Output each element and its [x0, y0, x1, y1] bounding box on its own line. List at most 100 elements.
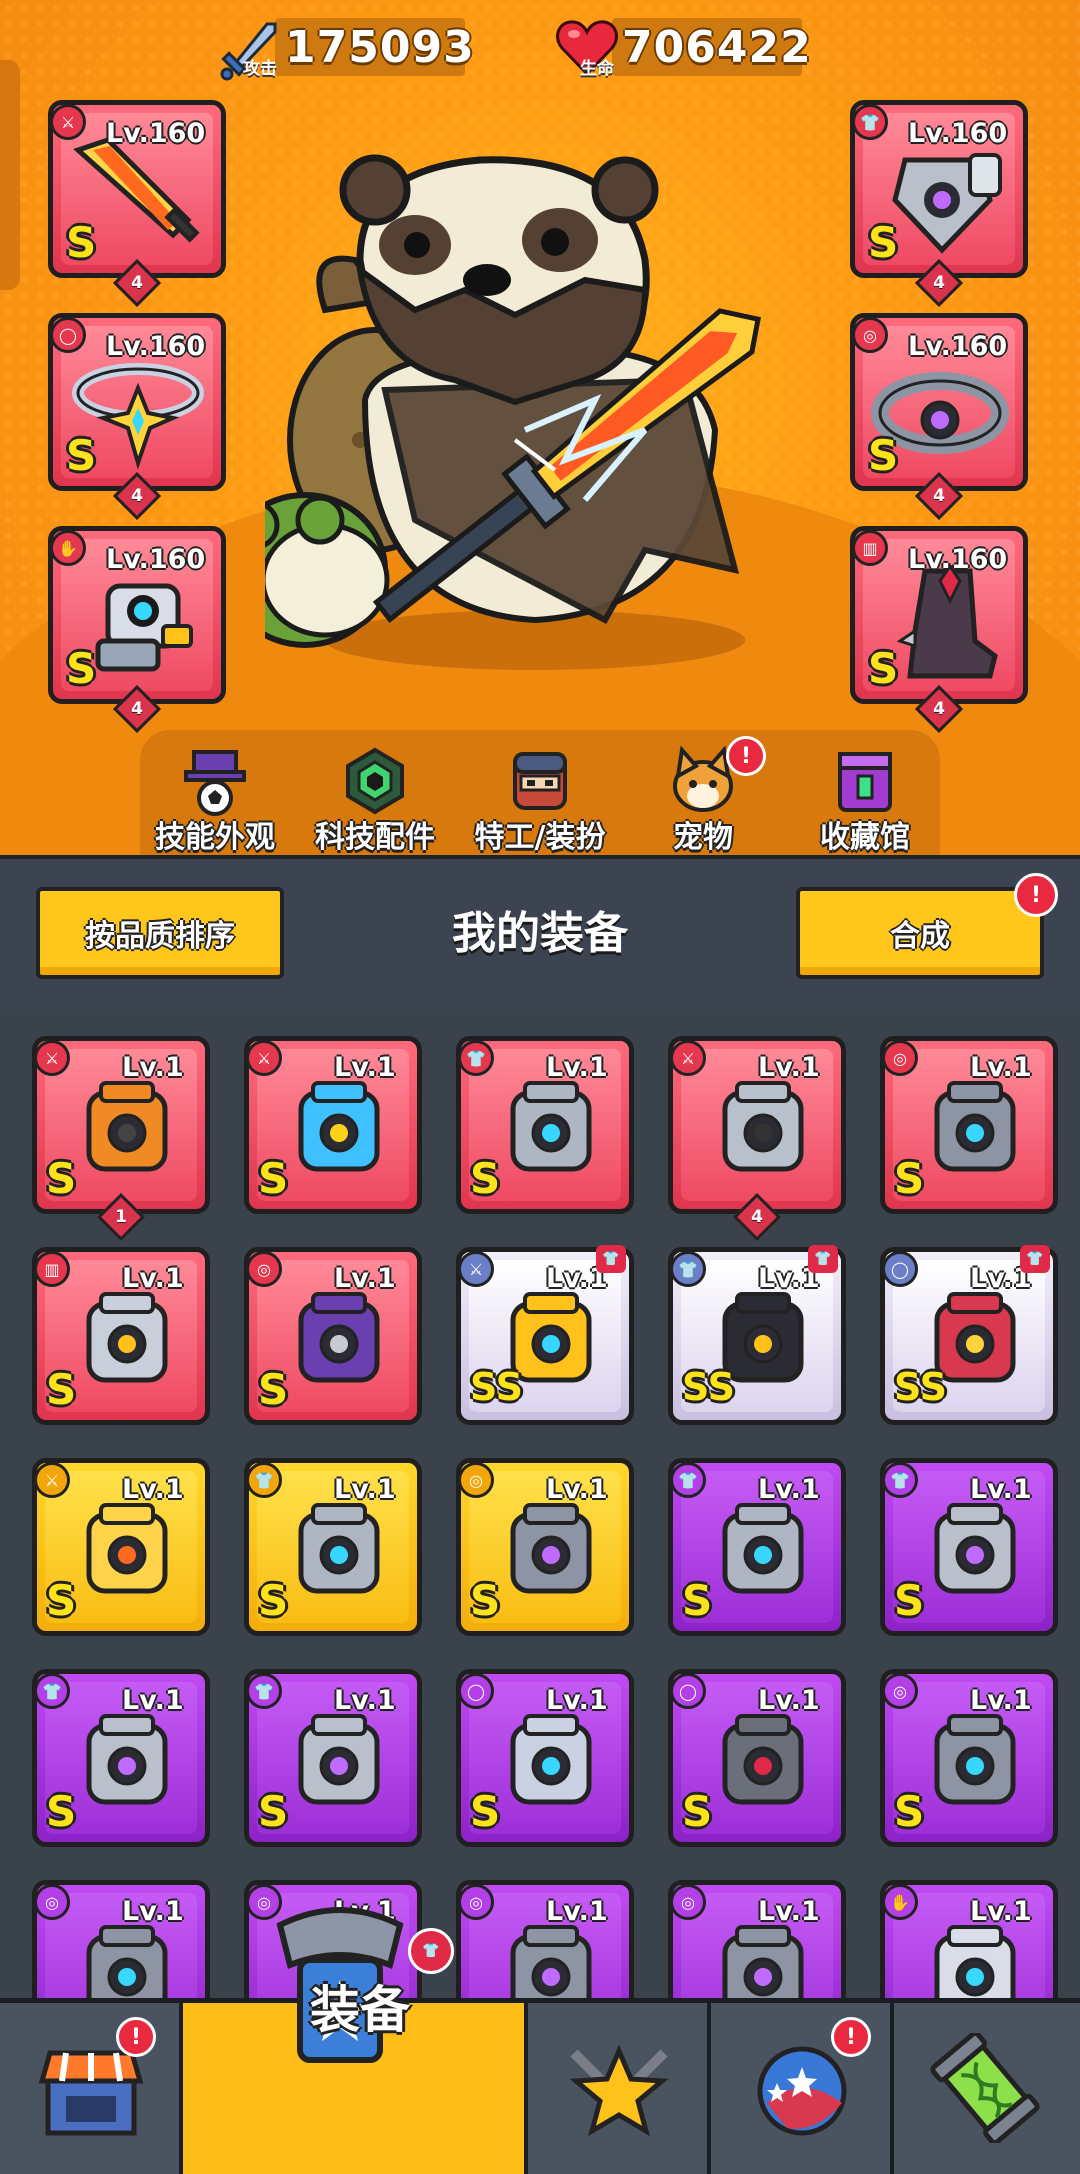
cyber-armor-icon	[722, 1503, 804, 1594]
inventory-item[interactable]: ⚔ Lv.1 S 1	[32, 1036, 210, 1242]
armor-icon: 👕	[852, 104, 888, 140]
planet-notification-badge: !	[831, 2017, 871, 2057]
new-item-tag: 👕	[1020, 1245, 1050, 1273]
spiked-armor-icon	[934, 1503, 1016, 1594]
equip-slot-necklace[interactable]: ◯ Lv.160 S 4	[48, 313, 226, 521]
category-label: 宠物	[673, 820, 733, 855]
equip-slot-glove[interactable]: ✋ Lv.160 S 4	[48, 526, 226, 734]
bottom-nav: ! !	[0, 1998, 1080, 2174]
equip-level: Lv.160	[908, 118, 1008, 149]
category-agent-outfit[interactable]: 特工/装扮	[465, 742, 615, 855]
hero-panel: 175093 攻击 706422 生命 ⚔ Lv.160 S 4 ◯ Lv.16…	[0, 0, 1080, 855]
equip-slot-weapon[interactable]: ⚔ Lv.160 S 4	[48, 100, 226, 308]
equip-level: Lv.160	[106, 544, 206, 575]
item-grade: S	[682, 1576, 713, 1625]
category-pet[interactable]: 宠物 !	[628, 736, 778, 855]
hex-belt-icon	[934, 1714, 1016, 1805]
hex-chip-icon	[346, 747, 404, 815]
item-level: Lv.1	[334, 1263, 396, 1294]
inventory-item[interactable]: ◯ Lv.1 S	[456, 1669, 634, 1847]
attack-label: 攻击	[243, 59, 277, 79]
gem-belt-icon	[510, 1925, 592, 2000]
equip-grade: S	[868, 218, 899, 267]
item-grade: S	[894, 1576, 925, 1625]
inventory-item[interactable]: ⚔ Lv.1 S	[244, 1036, 422, 1214]
inventory-item[interactable]: 👕 Lv.1 S	[880, 1458, 1058, 1636]
nav-genes[interactable]	[894, 2003, 1080, 2174]
category-skill-skin[interactable]: 技能外观	[140, 742, 290, 855]
boots-icon: ▥	[34, 1251, 70, 1287]
inventory-item[interactable]: 👕 Lv.1 SS 👕	[668, 1245, 846, 1425]
inventory-item[interactable]: 👕 Lv.1 S	[32, 1669, 210, 1847]
necklace-icon: ◯	[50, 317, 86, 353]
inventory-item[interactable]: ◎ Lv.1	[668, 1880, 846, 2000]
inventory-item[interactable]: ⚔ Lv.1 S	[32, 1458, 210, 1636]
armor-icon: 👕	[670, 1462, 706, 1498]
item-grade: SS	[894, 1365, 948, 1409]
water-gun-icon	[298, 1081, 380, 1172]
inventory-item[interactable]: ✋ Lv.1	[880, 1880, 1058, 2000]
inventory-item[interactable]: ◎ Lv.1 S	[456, 1458, 634, 1636]
inventory-grid: ⚔ Lv.1 S 1 ⚔ Lv.1 S 👕 Lv.1 S ⚔ Lv.1 4 ◎ Lv.1 S ▥ Lv.1 S ◎ Lv…	[0, 1010, 1080, 2000]
equipment-new-badge: 👕	[408, 1928, 454, 1974]
inventory-item[interactable]: ◎ Lv.1	[32, 1880, 210, 2000]
inventory-item[interactable]: 👕 Lv.1 S	[456, 1036, 634, 1214]
side-drawer-handle[interactable]	[0, 60, 20, 290]
inventory-item[interactable]: ◯ Lv.1 S	[668, 1669, 846, 1847]
inventory-item[interactable]: 👕 Lv.1 S	[244, 1458, 422, 1636]
item-level: Lv.1	[546, 1474, 608, 1505]
equip-slot-armor[interactable]: 👕 Lv.160 S 4	[850, 100, 1028, 308]
item-grade: S	[46, 1576, 77, 1625]
inventory-item[interactable]: ◎ Lv.1 S	[244, 1247, 422, 1425]
inventory-item[interactable]: ◎ Lv.1 S	[880, 1669, 1058, 1847]
hex-belt-icon	[934, 1081, 1016, 1172]
merge-button[interactable]: 合成	[796, 887, 1044, 979]
category-tech-parts[interactable]: 科技配件	[300, 742, 450, 855]
flame-sword-icon	[86, 1503, 168, 1594]
inventory-item[interactable]: ◎ Lv.1	[456, 1880, 634, 2000]
item-level: Lv.1	[334, 1474, 396, 1505]
belt-icon: ◎	[882, 1040, 918, 1076]
sort-by-quality-button[interactable]: 按品质排序	[36, 887, 284, 979]
weapon-icon: ⚔	[34, 1462, 70, 1498]
glove-icon: ✋	[50, 530, 86, 566]
inventory-item[interactable]: ◎ Lv.1 S	[880, 1036, 1058, 1214]
armor-icon: 👕	[670, 1251, 706, 1287]
inventory-item[interactable]: ⚔ Lv.1 4	[668, 1036, 846, 1242]
weapon-icon: ⚔	[458, 1251, 494, 1287]
item-level: Lv.1	[758, 1685, 820, 1716]
inventory-item[interactable]: 👕 Lv.1 S	[668, 1458, 846, 1636]
inventory-item[interactable]: ▥ Lv.1 S	[32, 1247, 210, 1425]
nav-planet[interactable]: !	[711, 2003, 894, 2174]
equip-slot-belt[interactable]: ◎ Lv.160 S 4	[850, 313, 1028, 521]
inventory-item[interactable]: ◯ Lv.1 SS 👕	[880, 1245, 1058, 1425]
item-level: Lv.1	[334, 1685, 396, 1716]
hex-belt-icon	[86, 1925, 168, 2000]
page-title: 我的装备	[452, 908, 628, 959]
mech-boot-icon	[86, 1292, 168, 1383]
item-level: Lv.1	[546, 1052, 608, 1083]
item-grade: S	[258, 1576, 289, 1625]
equip-slot-boots[interactable]: ▥ Lv.160 S 4	[850, 526, 1028, 734]
item-level: Lv.1	[334, 1052, 396, 1083]
nav-shop[interactable]: !	[0, 2003, 183, 2174]
necklace-icon: ◯	[882, 1251, 918, 1287]
life-stat: 706422 生命	[552, 18, 852, 79]
boots-icon: ▥	[852, 530, 888, 566]
armor-icon: 👕	[34, 1673, 70, 1709]
glove-icon: ✋	[882, 1884, 918, 1920]
nav-battle[interactable]	[528, 2003, 711, 2174]
armor-icon: 👕	[458, 1040, 494, 1076]
inventory-item[interactable]: ⚔ Lv.1 SS 👕	[456, 1245, 634, 1425]
new-item-tag: 👕	[596, 1245, 626, 1273]
equip-grade: S	[66, 218, 97, 267]
inventory-item[interactable]: 👕 Lv.1 S	[244, 1669, 422, 1847]
category-label: 技能外观	[155, 820, 275, 855]
weapon-icon: ⚔	[34, 1040, 70, 1076]
belt-icon: ◎	[458, 1462, 494, 1498]
category-collection[interactable]: 收藏馆	[790, 742, 940, 855]
category-label: 科技配件	[315, 820, 435, 855]
spiked-boots-icon	[896, 563, 998, 679]
item-grade: S	[258, 1154, 289, 1203]
panda-character[interactable]	[265, 140, 825, 700]
